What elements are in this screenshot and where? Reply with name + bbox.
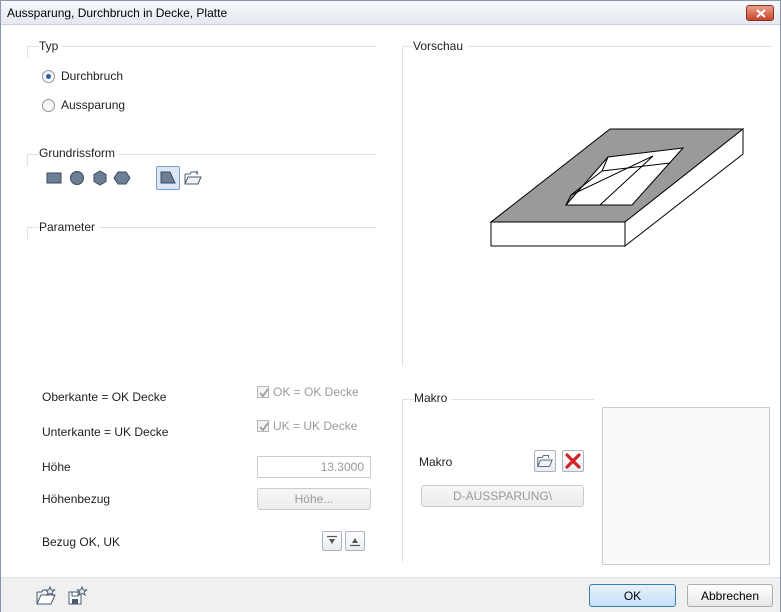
shape-hexagon-button[interactable]: [90, 168, 110, 188]
octagon-icon: [113, 171, 131, 185]
radio-durchbruch-label: Durchbruch: [61, 69, 124, 83]
delete-x-icon: [565, 453, 581, 469]
makro-delete-button[interactable]: [562, 450, 584, 472]
align-bottom-icon: [350, 538, 360, 547]
makro-group-title: Makro: [414, 391, 452, 405]
bezug-label: Bezug OK, UK: [42, 535, 121, 549]
radio-aussparung[interactable]: Aussparung: [42, 96, 125, 114]
folder-star-icon: [36, 585, 56, 605]
makro-preview-box: [602, 407, 770, 565]
favorite-load-button[interactable]: [35, 585, 56, 606]
radio-aussparung-label: Aussparung: [61, 98, 126, 112]
bezug-down-button[interactable]: [322, 531, 342, 551]
ok-button[interactable]: OK: [589, 584, 676, 607]
shape-polygon-button[interactable]: [156, 166, 180, 190]
align-top-icon: [327, 535, 337, 544]
ok-decke-checkbox-label: OK = OK Decke: [273, 385, 359, 399]
uk-decke-checkbox[interactable]: [257, 420, 269, 432]
slab-preview-image: [489, 127, 745, 248]
favorite-save-button[interactable]: [67, 585, 88, 606]
open-folder-icon: [537, 455, 553, 467]
radio-button[interactable]: [42, 98, 55, 112]
makro-open-button[interactable]: [534, 450, 556, 472]
radio-button-checked[interactable]: [42, 69, 55, 83]
typ-group-title: Typ: [39, 39, 63, 53]
vorschau-group-title: Vorschau: [413, 39, 468, 53]
disk-star-icon: [68, 585, 88, 605]
uk-decke-checkbox-row[interactable]: UK = UK Decke: [257, 419, 357, 433]
shape-open-button[interactable]: [183, 168, 203, 188]
grundriss-group-title: Grundrissform: [39, 146, 120, 160]
ok-decke-checkbox-row[interactable]: OK = OK Decke: [257, 385, 359, 399]
hoehe-label: Höhe: [42, 460, 71, 474]
open-folder-icon: [184, 170, 202, 185]
cancel-button[interactable]: Abbrechen: [687, 584, 773, 607]
close-icon: [756, 9, 766, 18]
shape-rectangle-button[interactable]: [44, 168, 64, 188]
hoehenbezug-label: Höhenbezug: [42, 492, 111, 506]
oberkante-label: Oberkante = OK Decke: [42, 390, 167, 404]
rectangle-icon: [46, 172, 62, 184]
radio-durchbruch[interactable]: Durchbruch: [42, 67, 123, 85]
bezug-up-button[interactable]: [345, 531, 365, 551]
ok-decke-checkbox[interactable]: [257, 386, 269, 398]
dialog-footer: OK Abbrechen: [1, 577, 780, 612]
unterkante-label: Unterkante = UK Decke: [42, 425, 169, 439]
parameter-group-title: Parameter: [39, 220, 100, 234]
makro-path-button[interactable]: D-AUSSPARUNG\: [421, 485, 584, 507]
shape-octagon-button[interactable]: [112, 168, 132, 188]
checkmark-icon: [259, 422, 269, 432]
checkmark-icon: [259, 388, 269, 398]
window-title: Aussparung, Durchbruch in Decke, Platte: [7, 6, 228, 20]
preview-canvas: [403, 75, 773, 365]
dialog-window: Aussparung, Durchbruch in Decke, Platte …: [0, 0, 781, 612]
circle-icon: [70, 171, 84, 185]
makro-label: Makro: [419, 455, 453, 469]
close-button[interactable]: [746, 5, 774, 21]
title-bar[interactable]: Aussparung, Durchbruch in Decke, Platte: [1, 1, 780, 25]
uk-decke-checkbox-label: UK = UK Decke: [273, 419, 358, 433]
hoehe-input[interactable]: 13.3000: [257, 456, 371, 478]
shape-circle-button[interactable]: [67, 168, 87, 188]
polygon-icon: [160, 171, 176, 184]
hexagon-icon: [93, 170, 107, 186]
hoehenbezug-button[interactable]: Höhe...: [257, 488, 371, 510]
